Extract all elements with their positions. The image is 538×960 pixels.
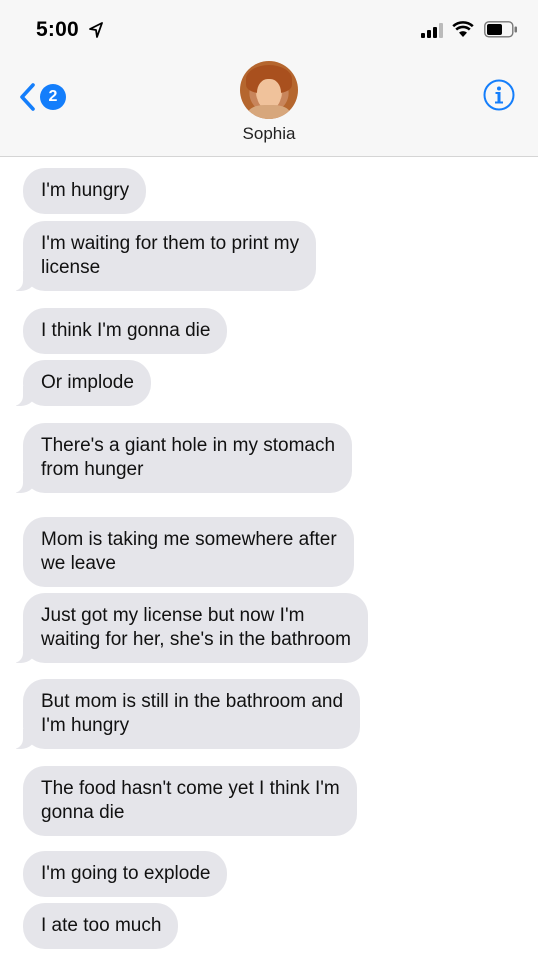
cellular-signal-icon — [421, 23, 443, 38]
message-bubble[interactable]: I'm hungry — [23, 168, 147, 214]
message-text: The food hasn't come yet I think I'm gon… — [41, 778, 340, 823]
location-arrow-icon — [89, 22, 103, 38]
message-text: But mom is still in the bathroom and I'm… — [41, 691, 344, 736]
message-bubble[interactable]: I'm going to explode — [23, 851, 228, 897]
message-text: I think I'm gonna die — [41, 320, 211, 341]
info-icon[interactable] — [483, 79, 515, 111]
message-text: There's a giant hole in my stomach from … — [41, 435, 336, 480]
message-bubble[interactable]: Mom is taking me somewhere after we leav… — [23, 517, 354, 587]
message-text: Mom is taking me somewhere after we leav… — [41, 529, 337, 574]
message-bubble[interactable]: The food hasn't come yet I think I'm gon… — [23, 766, 357, 836]
message-bubble[interactable]: I'm waiting for them to print my license — [12, 221, 317, 291]
contact-avatar[interactable] — [240, 61, 298, 119]
message-thread: I'm hungry I'm waiting for them to print… — [0, 158, 538, 960]
chevron-left-icon — [20, 83, 35, 111]
contact-name[interactable]: Sophia — [0, 124, 538, 144]
message-bubble[interactable]: Just got my license but now I'm waiting … — [13, 593, 368, 663]
message-bubble[interactable]: Or implode — [13, 360, 151, 406]
message-bubble[interactable]: I ate too much — [23, 903, 179, 949]
battery-icon — [484, 21, 517, 38]
message-bubble[interactable]: But mom is still in the bathroom and I'm… — [12, 679, 361, 749]
message-text: Just got my license but now I'm waiting … — [41, 605, 351, 650]
avatar-shirt — [248, 105, 290, 119]
unread-count-badge: 2 — [40, 84, 66, 110]
status-time: 5:00 — [36, 18, 79, 41]
message-bubble[interactable]: I think I'm gonna die — [23, 308, 228, 354]
message-text: Or implode — [41, 372, 134, 393]
message-text: I'm waiting for them to print my license — [41, 233, 300, 278]
message-text: I'm hungry — [41, 180, 130, 201]
message-text: I ate too much — [41, 915, 162, 936]
wifi-icon — [452, 21, 474, 37]
back-button[interactable]: 2 — [16, 80, 76, 114]
navigation-header: 5:00 2 Sophia — [0, 0, 538, 157]
message-text: I'm going to explode — [41, 863, 211, 884]
message-bubble[interactable]: There's a giant hole in my stomach from … — [12, 423, 353, 493]
